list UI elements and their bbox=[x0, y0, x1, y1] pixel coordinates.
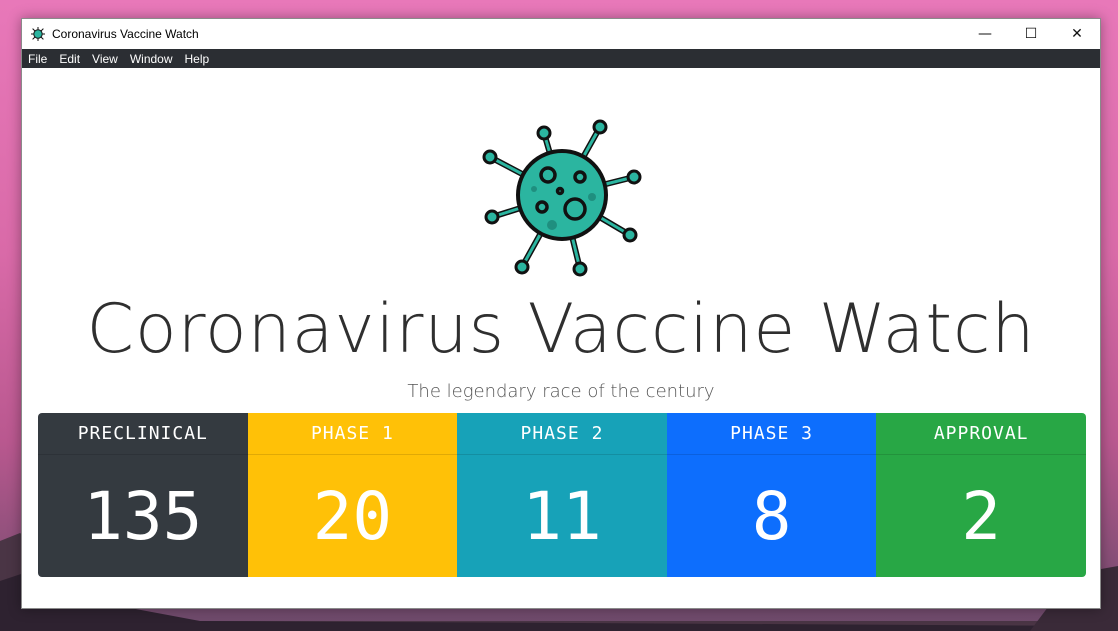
menu-window[interactable]: Window bbox=[130, 52, 173, 66]
phase-count: 8 bbox=[751, 477, 792, 555]
main-content: Coronavirus Vaccine Watch The legendary … bbox=[22, 68, 1100, 608]
phase-card-phase-1: PHASE 1 20 bbox=[247, 413, 458, 577]
menu-edit[interactable]: Edit bbox=[59, 52, 80, 66]
menu-file[interactable]: File bbox=[28, 52, 47, 66]
menu-help[interactable]: Help bbox=[185, 52, 210, 66]
menu-view[interactable]: View bbox=[92, 52, 118, 66]
phase-label: PHASE 1 bbox=[247, 413, 458, 455]
phase-count: 11 bbox=[522, 477, 602, 555]
close-button[interactable]: ✕ bbox=[1054, 19, 1100, 49]
phase-label: PHASE 3 bbox=[666, 413, 877, 455]
minimize-icon: — bbox=[978, 26, 992, 42]
page-title: Coronavirus Vaccine Watch bbox=[86, 290, 1036, 369]
page-subtitle: The legendary race of the century bbox=[407, 381, 715, 402]
phase-card-phase-2: PHASE 2 11 bbox=[457, 413, 667, 577]
close-icon: ✕ bbox=[1071, 26, 1083, 42]
phase-summary: PRECLINICAL 135 PHASE 1 20 PHASE 2 11 PH… bbox=[38, 413, 1086, 577]
title-bar[interactable]: Coronavirus Vaccine Watch — ☐ ✕ bbox=[22, 19, 1100, 49]
phase-count: 20 bbox=[312, 477, 393, 555]
maximize-icon: ☐ bbox=[1024, 26, 1038, 42]
phase-card-approval: APPROVAL 2 bbox=[876, 413, 1086, 577]
phase-label: PHASE 2 bbox=[457, 413, 667, 455]
maximize-button[interactable]: ☐ bbox=[1008, 19, 1054, 49]
app-window: Coronavirus Vaccine Watch — ☐ ✕ File Edi… bbox=[21, 18, 1101, 609]
virus-illustration bbox=[482, 119, 642, 277]
phase-count: 2 bbox=[961, 477, 1002, 555]
phase-card-phase-3: PHASE 3 8 bbox=[666, 413, 877, 577]
virus-icon bbox=[31, 27, 45, 41]
phase-label: PRECLINICAL bbox=[38, 413, 248, 455]
window-title: Coronavirus Vaccine Watch bbox=[52, 27, 199, 41]
menu-bar: File Edit View Window Help bbox=[22, 49, 1100, 68]
phase-card-preclinical: PRECLINICAL 135 bbox=[38, 413, 248, 577]
phase-count: 135 bbox=[83, 477, 203, 555]
phase-label: APPROVAL bbox=[876, 413, 1086, 455]
minimize-button[interactable]: — bbox=[962, 19, 1008, 49]
